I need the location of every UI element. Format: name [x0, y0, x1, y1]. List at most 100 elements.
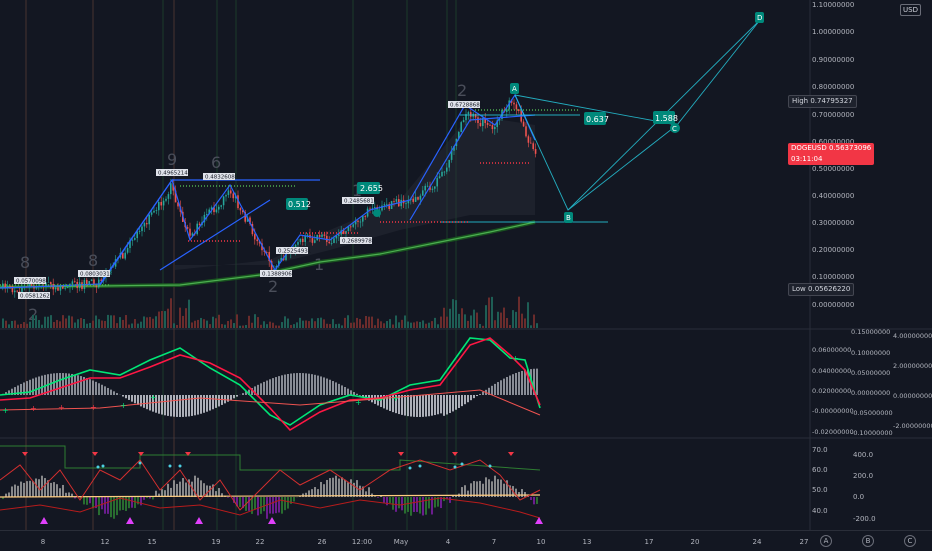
- candle-body: [396, 199, 398, 202]
- x-tick: 19: [212, 538, 221, 546]
- volume-bar: [131, 323, 133, 328]
- macd-hist-bar: [407, 395, 409, 416]
- macd-hist-bar: [467, 395, 469, 402]
- macd-hist-bar: [458, 395, 460, 408]
- candle-body: [480, 123, 482, 126]
- svg-text:A: A: [512, 85, 517, 93]
- candle-body: [463, 120, 465, 122]
- volume-bar: [491, 297, 493, 328]
- svg-text:C: C: [672, 125, 677, 133]
- volume-bar: [173, 323, 175, 328]
- volume-bar: [317, 318, 319, 328]
- macd-hist-bar: [143, 395, 145, 408]
- candle-body: [232, 193, 234, 198]
- volume-bar: [533, 315, 535, 328]
- x-tick: 4: [446, 538, 450, 546]
- volume-bar: [155, 316, 157, 328]
- candle-body: [333, 238, 335, 243]
- macd-hist-bar: [59, 373, 61, 395]
- svg-text:6: 6: [211, 153, 221, 172]
- candle-body: [532, 143, 534, 149]
- macd-hist-bar: [263, 382, 265, 395]
- rsi-hist-bar: [44, 478, 46, 497]
- rsi-hist-bar: [23, 483, 25, 497]
- volume-bar: [332, 319, 334, 328]
- x-tick-circle[interactable]: B: [862, 535, 874, 547]
- svg-text:0.637: 0.637: [586, 115, 609, 124]
- rsi-hist-bar: [341, 477, 343, 497]
- candle-body: [516, 104, 518, 109]
- volume-bar: [68, 316, 70, 328]
- rsi-hist-bar: [521, 489, 523, 497]
- volume-bar: [116, 323, 118, 328]
- candle-body: [98, 280, 100, 287]
- volume-bar: [479, 324, 481, 328]
- candle-body: [304, 236, 306, 242]
- volume-bar: [395, 316, 397, 328]
- rsi-hist-bar: [275, 497, 277, 513]
- volume-bar: [488, 298, 490, 328]
- macd-hist-bar: [104, 386, 106, 395]
- price-chart[interactable]: 1.100000001.000000000.900000000.80000000…: [0, 0, 932, 550]
- candle-body: [12, 286, 14, 292]
- svg-text:B: B: [566, 214, 571, 222]
- macd-hist-bar: [275, 377, 277, 395]
- rsi-hist-bar: [254, 497, 256, 510]
- svg-text:8: 8: [20, 253, 30, 272]
- macd-hist-bar: [335, 382, 337, 395]
- volume-bar: [443, 308, 445, 328]
- volume-bar: [305, 320, 307, 328]
- time-axis[interactable]: 8 12 15 19 22 26 12:00 May 4 7 10 13 17 …: [0, 530, 932, 551]
- volume-bar: [299, 318, 301, 328]
- candle-body: [384, 204, 386, 205]
- rsi-hist-bar: [239, 497, 241, 507]
- x-tick-circle[interactable]: A: [820, 535, 832, 547]
- volume-bar: [134, 319, 136, 328]
- macd-hist-bar: [116, 393, 118, 395]
- macd-hist-bar: [356, 394, 358, 395]
- volume-bar: [239, 326, 241, 328]
- volume-bar: [536, 323, 538, 328]
- candle-body: [127, 248, 129, 253]
- macd-hist-bar: [107, 388, 109, 395]
- candle-body: [228, 190, 230, 195]
- macd-axis-label: -0.02000000: [812, 428, 854, 436]
- candle-body: [199, 224, 201, 225]
- volume-bar: [446, 317, 448, 328]
- rsi-hist-bar: [530, 497, 532, 500]
- macd-axis-label: -2.00000000: [893, 422, 932, 430]
- candle-body: [417, 197, 419, 200]
- rsi-axis-label: 50.0: [812, 486, 828, 494]
- macd-hist-bar: [281, 375, 283, 395]
- macd-hist-bar: [125, 395, 127, 398]
- volume-bar: [242, 326, 244, 328]
- volume-bar: [146, 317, 148, 328]
- volume-bar: [296, 322, 298, 328]
- macd-hist-bar: [167, 395, 169, 416]
- macd-axis-label: -0.00000000: [812, 407, 854, 415]
- rsi-hist-bar: [374, 496, 376, 497]
- volume-bar: [95, 316, 97, 328]
- volume-bar: [200, 318, 202, 328]
- volume-bar: [29, 322, 31, 328]
- candle-body: [168, 194, 170, 199]
- rsi-hist-bar: [347, 482, 349, 497]
- x-tick-circle[interactable]: C: [904, 535, 916, 547]
- candle-body: [331, 243, 333, 244]
- currency-badge[interactable]: USD: [900, 4, 921, 16]
- volume-bar: [194, 321, 196, 328]
- volume-bar: [80, 318, 82, 328]
- volume-bar: [38, 320, 40, 328]
- macd-hist-bar: [512, 374, 514, 395]
- volume-bar: [251, 323, 253, 328]
- macd-axis-label: -0.10000000: [851, 429, 893, 437]
- macd-hist-bar: [500, 380, 502, 395]
- volume-bar: [377, 319, 379, 328]
- macd-hist-bar: [308, 374, 310, 395]
- volume-bar: [347, 315, 349, 328]
- rsi-hist-bar: [497, 479, 499, 497]
- rsi-hist-bar: [86, 497, 88, 505]
- x-tick: 12: [101, 538, 110, 546]
- rsi-hist-bar: [257, 497, 259, 515]
- candle-body: [86, 280, 88, 285]
